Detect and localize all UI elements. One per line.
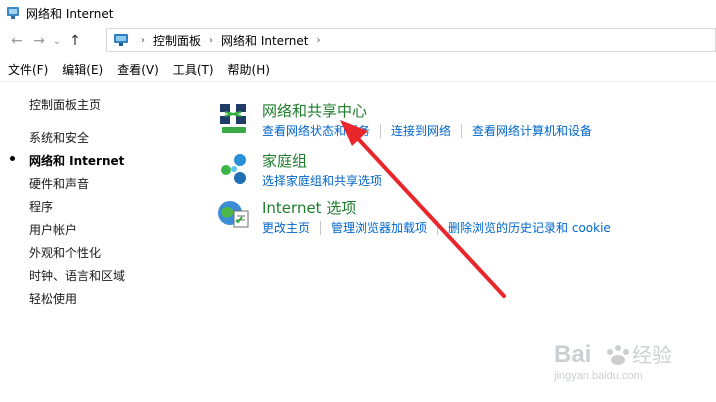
menu-bar: 文件(F) 编辑(E) 查看(V) 工具(T) 帮助(H) xyxy=(0,58,716,82)
sidebar-item-user-accounts[interactable]: 用户帐户 xyxy=(29,221,77,238)
link-view-network-computers[interactable]: 查看网络计算机和设备 xyxy=(472,122,592,139)
network-sharing-center-title[interactable]: 网络和共享中心 xyxy=(262,100,367,121)
sidebar-item-network-internet[interactable]: 网络和 Internet xyxy=(29,152,124,169)
sidebar-item-ease-of-access[interactable]: 轻松使用 xyxy=(29,290,77,307)
watermark-url: jingyan.baidu.com xyxy=(554,370,643,382)
link-view-network-status[interactable]: 查看网络状态和任务 xyxy=(262,122,370,139)
network-icon xyxy=(7,7,19,19)
link-divider xyxy=(380,123,382,138)
homegroup-links: 选择家庭组和共享选项 xyxy=(262,172,382,189)
breadcrumb-separator-icon[interactable]: › xyxy=(209,35,213,46)
sidebar-item-hardware-sound[interactable]: 硬件和声音 xyxy=(29,175,89,192)
link-divider xyxy=(461,123,463,138)
link-divider xyxy=(437,220,439,235)
link-delete-browsing-history[interactable]: 删除浏览的历史记录和 cookie xyxy=(448,219,611,236)
breadcrumb-network-internet[interactable]: 网络和 Internet xyxy=(221,32,308,49)
network-sharing-center-links: 查看网络状态和任务 连接到网络 查看网络计算机和设备 xyxy=(262,122,592,139)
link-connect-to-network[interactable]: 连接到网络 xyxy=(391,122,451,139)
sidebar-item-clock-language-region[interactable]: 时钟、语言和区域 xyxy=(29,267,125,284)
link-manage-browser-addons[interactable]: 管理浏览器加载项 xyxy=(331,219,427,236)
sidebar-control-panel-home[interactable]: 控制面板主页 xyxy=(29,96,101,113)
menu-view[interactable]: 查看(V) xyxy=(117,61,159,78)
sidebar-item-system-security[interactable]: 系统和安全 xyxy=(29,129,89,146)
menu-help[interactable]: 帮助(H) xyxy=(228,61,270,78)
menu-tools[interactable]: 工具(T) xyxy=(173,61,214,78)
current-page-bullet-icon xyxy=(10,156,15,161)
address-bar[interactable]: › 控制面板 › 网络和 Internet › xyxy=(106,28,716,52)
sidebar-item-appearance[interactable]: 外观和个性化 xyxy=(29,244,101,261)
baidu-watermark: Bai 经验 jingyan.baidu.com xyxy=(550,336,710,388)
network-sharing-center-icon[interactable] xyxy=(216,100,252,136)
back-arrow-icon[interactable]: ← xyxy=(6,30,28,52)
menu-edit[interactable]: 编辑(E) xyxy=(62,61,103,78)
homegroup-icon[interactable] xyxy=(216,150,252,186)
window-title: 网络和 Internet xyxy=(26,6,114,21)
breadcrumb-separator-icon[interactable]: › xyxy=(316,35,320,46)
navigation-row: ← → ⌄ ↑ › 控制面板 › 网络和 Internet › xyxy=(0,28,716,54)
internet-options-icon[interactable] xyxy=(216,197,252,233)
link-change-home-page[interactable]: 更改主页 xyxy=(262,219,310,236)
menu-file[interactable]: 文件(F) xyxy=(8,61,48,78)
breadcrumb-control-panel[interactable]: 控制面板 xyxy=(153,32,201,49)
internet-options-links: 更改主页 管理浏览器加载项 删除浏览的历史记录和 cookie xyxy=(262,219,611,236)
link-divider xyxy=(320,220,322,235)
internet-options-title[interactable]: Internet 选项 xyxy=(262,197,356,218)
control-panel-icon xyxy=(114,34,128,46)
sidebar-item-programs[interactable]: 程序 xyxy=(29,198,53,215)
up-arrow-icon[interactable]: ↑ xyxy=(64,30,86,52)
svg-text:经验: 经验 xyxy=(632,343,672,367)
title-bar: 网络和 Internet xyxy=(0,0,716,26)
homegroup-title[interactable]: 家庭组 xyxy=(262,150,307,171)
recent-pages-chevron-icon[interactable]: ⌄ xyxy=(50,30,64,52)
breadcrumb-separator-icon[interactable]: › xyxy=(141,35,145,46)
forward-arrow-icon[interactable]: → xyxy=(28,30,50,52)
svg-text:Bai: Bai xyxy=(554,341,591,368)
link-homegroup-sharing-options[interactable]: 选择家庭组和共享选项 xyxy=(262,172,382,189)
